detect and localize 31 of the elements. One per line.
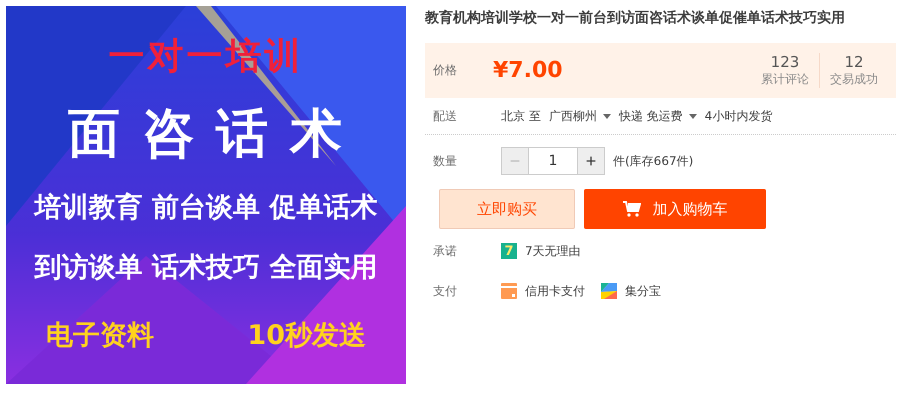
quantity-label: 数量: [433, 152, 458, 170]
cart-icon: [622, 201, 640, 217]
payment-label: 支付: [433, 282, 458, 300]
points-icon: [601, 283, 617, 299]
promise-label: 承诺: [433, 242, 458, 260]
return-badge-icon: 7: [501, 243, 517, 259]
banner-tagline: 到访谈单 话术技巧 全面实用: [34, 251, 378, 285]
banner-tagline: 培训教育 前台谈单 促单话术: [34, 191, 378, 225]
price-label: 价格: [433, 62, 458, 79]
payment-method: 信用卡支付: [525, 282, 585, 300]
caret-icon: [688, 114, 697, 118]
credit-card-icon: [501, 283, 517, 299]
shipping-label: 配送: [433, 108, 458, 124]
stat-label: 累计评论: [761, 71, 809, 88]
promise-text: 7天无理由: [525, 242, 581, 260]
caret-icon: [602, 114, 611, 118]
stat-count: 12: [844, 53, 864, 71]
stat-label: 交易成功: [830, 71, 878, 88]
banner-footer-text: 10秒发送: [247, 319, 366, 353]
stock-text: 件(库存667件): [613, 152, 694, 170]
stat-count: 123: [770, 53, 800, 71]
product-title: 教育机构培训学校一对一前台到访面咨话术谈单促催单话术技巧实用: [425, 8, 846, 28]
payment-method: 集分宝: [625, 282, 661, 300]
price-value: ¥7.00: [493, 58, 563, 83]
banner-footer-text: 电子资料: [46, 319, 154, 353]
increase-button[interactable]: +: [577, 147, 605, 175]
quantity-field[interactable]: 1: [529, 147, 577, 175]
shipping-method-dropdown[interactable]: 快递 免运费: [618, 108, 697, 124]
destination-dropdown[interactable]: 广西柳州: [548, 108, 611, 124]
delivery-time: 4小时内发货: [704, 108, 772, 124]
shipping-origin: 北京 至: [501, 108, 541, 124]
